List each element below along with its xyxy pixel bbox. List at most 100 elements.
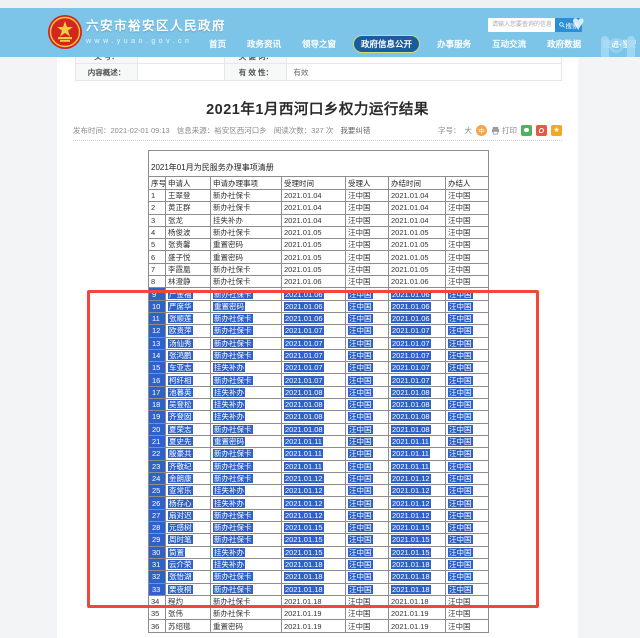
cell-value: 张鸿鹏 (168, 351, 193, 360)
weibo-share-icon[interactable] (536, 124, 547, 136)
cell-value: 4 (151, 228, 156, 238)
cell-value: 汪中国 (448, 191, 471, 201)
table-row: 19 齐登囡 挂失补办 2021.01.08 汪中国 2021.01.08 汪中国 (148, 410, 490, 424)
cell-value: 汪中国 (348, 400, 373, 410)
cell-value: 汪中国 (448, 547, 473, 557)
cell-value: 13 (152, 338, 161, 348)
column-header: 受理人 (345, 176, 389, 190)
table-row: 30 筒置 挂失补办 2021.01.15 汪中国 2021.01.15 汪中国 (148, 545, 490, 559)
font-size-large-button[interactable]: 大 (465, 125, 473, 136)
nav-item-link[interactable]: 互动交流 (488, 36, 530, 52)
site-header: 六安市裕安区人民政府 www.yuan.gov.cn 首页 政务资讯 领导之窗 政府信… (0, 8, 640, 57)
cell-value: 汪中国 (448, 510, 473, 520)
cell-value: 2021.01.15 (284, 523, 324, 533)
cell-value: 盛子悦 (168, 252, 191, 262)
cell-value: 2021.01.07 (391, 375, 431, 385)
nav-item-link[interactable]: 领导之窗 (298, 36, 340, 52)
table-row: 17 池暮英 挂失补办 2021.01.08 汪中国 2021.01.08 汪中国 (148, 385, 490, 400)
cell-value: 汪中国 (448, 572, 473, 582)
cell-value: 36 (151, 621, 160, 631)
cell-value: 汪中国 (448, 387, 473, 397)
cell-value: 汪中国 (448, 498, 473, 508)
cell-value: 23 (152, 461, 161, 471)
cell-value: 2021.01.08 (284, 412, 324, 422)
cell-value: 新办社保卡 (213, 326, 253, 336)
table-row: 33 栗夜桐 新办社保卡 2021.01.18 汪中国 2021.01.18 汪中国 (148, 582, 490, 596)
cell-value: 15 (152, 363, 161, 373)
cell-value: 汪中国 (348, 387, 373, 397)
search-input[interactable] (488, 18, 555, 32)
nav-item-link[interactable]: 首页 (205, 36, 230, 52)
cell-value: 2021.01.07 (284, 363, 324, 373)
table-row: 20 夏荣志 新办社保卡 2021.01.08 汪中国 2021.01.08 汪中国 (148, 422, 490, 436)
cell-value: 汪中国 (348, 437, 373, 447)
table-row: 16 柯纤相 新办社保卡 2021.01.07 汪中国 2021.01.07 汪中国 (148, 373, 490, 387)
table-row: 13 汤仙秀 新办社保卡 2021.01.07 汪中国 2021.01.07 汪中国 (148, 336, 490, 350)
table-row: 25 查常乐 挂失补办 2021.01.12 汪中国 2021.01.12 汪中国 (148, 484, 490, 498)
cell-value: 2021.01.06 (391, 289, 431, 299)
cell-value: 新办社保卡 (213, 449, 253, 459)
table-row: 18 吴登松 挂失补办 2021.01.08 汪中国 2021.01.08 汪中国 (148, 398, 490, 412)
cell-value: 汪中国 (348, 621, 371, 631)
nav-item-link[interactable]: 办事服务 (433, 36, 475, 52)
cell-value: 汪中国 (348, 535, 373, 545)
nav-item-active[interactable]: 政府信息公开 (353, 35, 421, 53)
column-header: 办结时间 (388, 176, 446, 190)
cell-value: 22 (152, 449, 161, 459)
cell-value: 汪中国 (448, 535, 473, 545)
favorite-star-icon[interactable]: ★ (551, 124, 562, 136)
cell-value: 汪中国 (348, 326, 373, 336)
cell-value: 林澄静 (168, 277, 191, 287)
cell-value: 5 (151, 240, 156, 250)
wechat-share-icon[interactable] (521, 124, 532, 136)
cell-value: 2021.01.12 (284, 498, 324, 508)
cell-value: 汪中国 (348, 228, 371, 238)
cell-value: 挂失补办 (213, 215, 243, 225)
cell-value: 挂失补办 (213, 363, 245, 373)
cell-value: 2021.01.05 (391, 240, 429, 250)
table-row: 32 张怡湖 新办社保卡 2021.01.18 汪中国 2021.01.18 汪中国 (148, 570, 490, 584)
cell-value: 夏荣志 (168, 424, 193, 434)
cell-value: 24 (152, 473, 161, 483)
cell-value: 重置密码 (213, 621, 243, 631)
error-correction-link[interactable]: 我要纠错 (340, 125, 370, 136)
cell-value: 汪中国 (448, 363, 473, 373)
cell-value: 2021.01.15 (391, 535, 431, 545)
cell-value: 10 (152, 301, 161, 311)
cell-value: 2021.01.08 (391, 412, 431, 422)
cell-value: 汪中国 (348, 461, 373, 471)
content-panel: 文 号： 关 键 词： 内容概述： 有 效 性： 有效 2021年1月西河口乡权… (57, 8, 578, 638)
cell-value: 栗夜桐 (168, 584, 193, 594)
cell-value: 33 (152, 584, 161, 594)
cell-value: 1 (151, 191, 156, 201)
nav-item-link[interactable]: 政务资讯 (243, 36, 285, 52)
cell-value: 2021.01.19 (284, 609, 322, 619)
cell-value: 27 (152, 510, 161, 520)
cell-value: 汪中国 (448, 412, 473, 422)
cell-value: 汪中国 (448, 203, 471, 213)
cell-value: 新办社保卡 (213, 461, 253, 471)
cell-value: 2021.01.04 (391, 191, 429, 201)
cell-value: 汪中国 (348, 351, 373, 360)
cell-value: 殷豪共 (168, 449, 193, 459)
meta-row-summary: 内容概述： 有 效 性： 有效 (75, 63, 562, 81)
table-row: 12 欧贵萍 新办社保卡 2021.01.07 汪中国 2021.01.07 汪中国 (148, 324, 490, 338)
cell-value: 2021.01.18 (284, 596, 322, 606)
nav-item-link[interactable]: 政府数据 (543, 36, 585, 52)
cell-value: 25 (152, 486, 161, 496)
font-size-label: 字号： (438, 125, 461, 135)
cell-value: 重置密码 (213, 437, 245, 447)
cell-value: 2021.01.04 (391, 203, 429, 213)
cell-value: 汪中国 (348, 203, 371, 213)
header-decoration (627, 36, 635, 57)
table-caption: 2021年01月为民服务办理事项清册 (147, 150, 490, 177)
cell-value: 2021.01.07 (284, 326, 324, 336)
table-row: 24 金朗康 新办社保卡 2021.01.12 汪中国 2021.01.12 汪中国 (148, 471, 490, 486)
records-tbody: 1 王翠登 新办社保卡 2021.01.04 汪中国 2021.01.04 汪中国 2 黄正群新… (148, 188, 490, 633)
print-button[interactable]: 打印 (491, 125, 517, 136)
cell-value: 挂失补办 (213, 412, 245, 422)
cell-value: 2021.01.06 (391, 301, 431, 311)
cell-value: 2021.01.08 (284, 387, 324, 397)
font-size-medium-button[interactable]: 中 (476, 124, 487, 136)
cell-value: 汤仙秀 (168, 338, 193, 348)
